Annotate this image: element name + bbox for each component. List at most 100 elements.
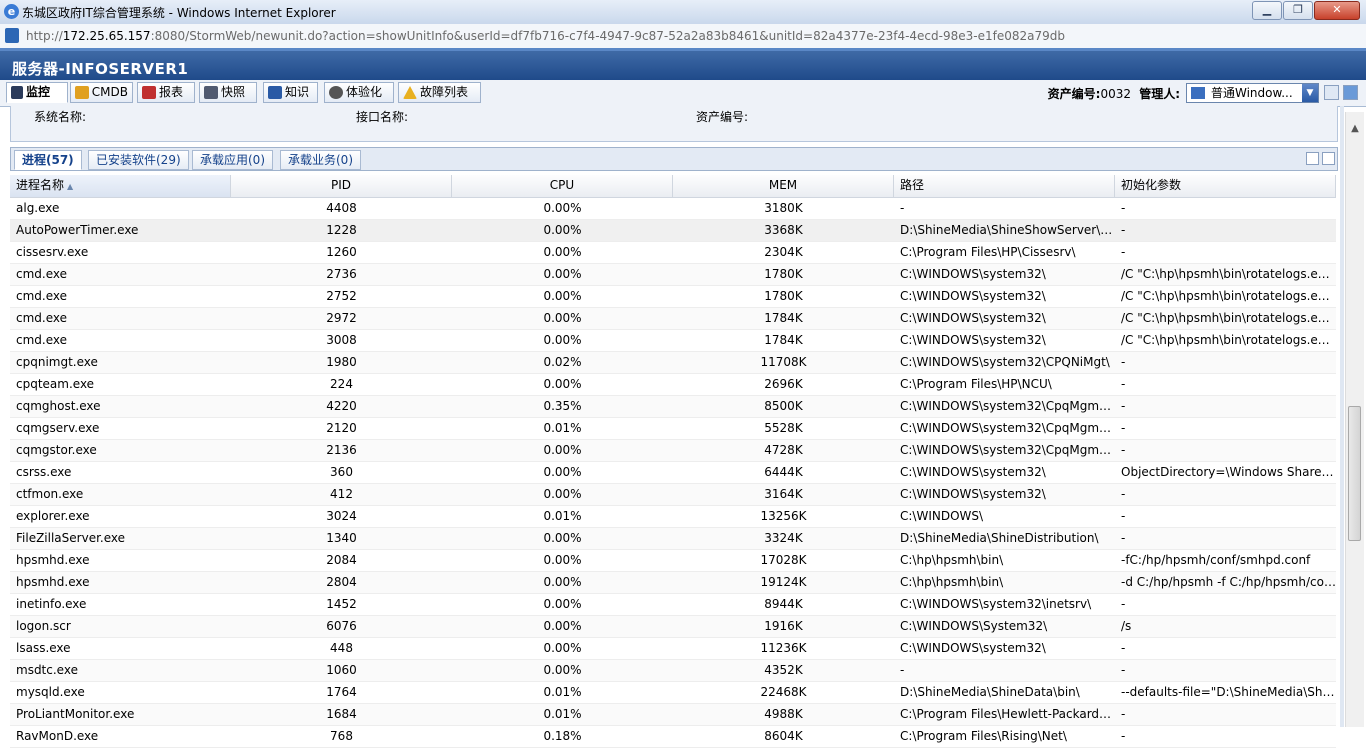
table-row[interactable]: inetinfo.exe 1452 0.00% 8944K C:\WINDOWS\sys… xyxy=(10,594,1336,616)
table-row[interactable]: cmd.exe 2752 0.00% 1780K C:\WINDOWS\system32… xyxy=(10,286,1336,308)
columns-icon[interactable] xyxy=(1306,152,1319,165)
cell-pid: 2136 xyxy=(326,443,357,457)
table-row[interactable]: cmd.exe 3008 0.00% 1784K C:\WINDOWS\system32… xyxy=(10,330,1336,352)
column-header-params[interactable]: 初始化参数 xyxy=(1115,175,1336,197)
cell-cpu: 0.00% xyxy=(543,487,582,501)
tab-label: 快照 xyxy=(221,85,246,99)
scroll-thumb[interactable] xyxy=(1348,406,1361,541)
tab-hosted-apps[interactable]: 承载应用(0) xyxy=(192,150,273,170)
manager-value: 普通Window... xyxy=(1211,86,1293,100)
cell-params: - xyxy=(1121,729,1126,743)
cell-mem: 2304K xyxy=(764,245,803,259)
maximize-button[interactable]: ❐ xyxy=(1283,1,1313,20)
minimize-button[interactable]: ▁ xyxy=(1252,1,1282,20)
table-row[interactable]: ctfmon.exe 412 0.00% 3164K C:\WINDOWS\system… xyxy=(10,484,1336,506)
chevron-down-icon[interactable]: ▼ xyxy=(1302,84,1318,102)
cell-mem: 11236K xyxy=(760,641,807,655)
table-row[interactable]: cqmgstor.exe 2136 0.00% 4728K C:\WINDOWS\sys… xyxy=(10,440,1336,462)
inner-tab-strip: 进程(57) 已安装软件(29) 承载应用(0) 承载业务(0) xyxy=(10,147,1338,171)
cell-mem: 8500K xyxy=(764,399,803,413)
asset-label: 资产编号: xyxy=(1047,87,1101,101)
tab-monitor[interactable]: 监控 xyxy=(6,82,68,103)
column-header-cpu[interactable]: CPU xyxy=(452,175,673,197)
cell-cpu: 0.00% xyxy=(543,377,582,391)
refresh-icon[interactable] xyxy=(1322,152,1335,165)
cell-cpu: 0.00% xyxy=(543,311,582,325)
table-row[interactable]: hpsmhd.exe 2084 0.00% 17028K C:\hp\hpsmh\bin… xyxy=(10,550,1336,572)
cell-mem: 4728K xyxy=(764,443,803,457)
close-button[interactable]: ✕ xyxy=(1314,1,1360,20)
table-row[interactable]: cissesrv.exe 1260 0.00% 2304K C:\Program Fil… xyxy=(10,242,1336,264)
tab-fault-list[interactable]: 故障列表 xyxy=(398,82,481,103)
tab-label: 知识 xyxy=(285,85,310,99)
refresh-icon[interactable] xyxy=(1343,85,1358,100)
table-row[interactable]: cpqteam.exe 224 0.00% 2696K C:\Program Files… xyxy=(10,374,1336,396)
cell-cpu: 0.00% xyxy=(543,289,582,303)
export-icon[interactable] xyxy=(1324,85,1339,100)
app-header: 服务器-INFOSERVER1 xyxy=(0,48,1366,80)
table-row[interactable]: RavMonD.exe 768 0.18% 8604K C:\Program Files… xyxy=(10,726,1336,748)
tab-hosted-business[interactable]: 承载业务(0) xyxy=(280,150,361,170)
tab-processes[interactable]: 进程(57) xyxy=(14,150,82,170)
address-bar[interactable]: http://172.25.65.157:8080/StormWeb/newun… xyxy=(0,24,1366,49)
table-row[interactable]: FileZillaServer.exe 1340 0.00% 3324K D:\Shin… xyxy=(10,528,1336,550)
cell-name: alg.exe xyxy=(16,201,60,215)
grid-body: alg.exe 4408 0.00% 3180K - - AutoPowerTimer.ex… xyxy=(10,198,1336,748)
table-row[interactable]: cmd.exe 2736 0.00% 1780K C:\WINDOWS\system32… xyxy=(10,264,1336,286)
cell-params: - xyxy=(1121,223,1126,237)
asset-no-label: 资产编号: xyxy=(696,110,749,124)
table-row[interactable]: lsass.exe 448 0.00% 11236K C:\WINDOWS\system… xyxy=(10,638,1336,660)
cell-path: C:\WINDOWS\system32\ xyxy=(900,641,1046,655)
table-row[interactable]: ProLiantMonitor.exe 1684 0.01% 4988K C:\Prog… xyxy=(10,704,1336,726)
manager-select[interactable]: 普通Window... ▼ xyxy=(1186,83,1319,103)
table-row[interactable]: mysqld.exe 1764 0.01% 22468K D:\ShineMedia\S… xyxy=(10,682,1336,704)
url-text[interactable]: http://172.25.65.157:8080/StormWeb/newun… xyxy=(26,29,1065,43)
cell-cpu: 0.00% xyxy=(543,597,582,611)
cell-params: - xyxy=(1121,707,1126,721)
cell-mem: 8944K xyxy=(764,597,803,611)
cell-pid: 360 xyxy=(330,465,353,479)
cell-cpu: 0.00% xyxy=(543,663,582,677)
table-row[interactable]: AutoPowerTimer.exe 1228 0.00% 3368K D:\Shine… xyxy=(10,220,1336,242)
tab-installed-software[interactable]: 已安装软件(29) xyxy=(88,150,189,170)
table-row[interactable]: hpsmhd.exe 2804 0.00% 19124K C:\hp\hpsmh\bin… xyxy=(10,572,1336,594)
table-row[interactable]: cqmghost.exe 4220 0.35% 8500K C:\WINDOWS\sys… xyxy=(10,396,1336,418)
cell-mem: 3164K xyxy=(764,487,803,501)
cell-mem: 8604K xyxy=(764,729,803,743)
column-header-name[interactable]: 进程名称 ▲ xyxy=(10,175,231,197)
table-row[interactable]: msdtc.exe 1060 0.00% 4352K - - xyxy=(10,660,1336,682)
tab-snapshot[interactable]: 快照 xyxy=(199,82,257,103)
page-icon xyxy=(5,28,19,43)
table-row[interactable]: cmd.exe 2972 0.00% 1784K C:\WINDOWS\system32… xyxy=(10,308,1336,330)
table-row[interactable]: explorer.exe 3024 0.01% 13256K C:\WINDOWS\ - xyxy=(10,506,1336,528)
cell-pid: 2120 xyxy=(326,421,357,435)
cell-mem: 5528K xyxy=(764,421,803,435)
table-row[interactable]: alg.exe 4408 0.00% 3180K - - xyxy=(10,198,1336,220)
cell-mem: 1780K xyxy=(764,267,803,281)
column-header-pid[interactable]: PID xyxy=(231,175,452,197)
cell-params: /s xyxy=(1121,619,1132,633)
cell-name: hpsmhd.exe xyxy=(16,553,90,567)
vertical-scrollbar[interactable]: ▲ xyxy=(1345,112,1364,727)
column-header-path[interactable]: 路径 xyxy=(894,175,1115,197)
cell-name: inetinfo.exe xyxy=(16,597,87,611)
cell-pid: 1684 xyxy=(326,707,357,721)
cell-mem: 3180K xyxy=(764,201,803,215)
tab-experience[interactable]: 体验化 xyxy=(324,82,394,103)
scroll-up-icon[interactable]: ▲ xyxy=(1346,120,1364,138)
user-icon xyxy=(1191,87,1205,99)
tab-report[interactable]: 报表 xyxy=(137,82,195,103)
tab-label: 故障列表 xyxy=(420,85,469,99)
cell-name: cmd.exe xyxy=(16,311,68,325)
cell-pid: 224 xyxy=(330,377,353,391)
interface-name-label: 接口名称: xyxy=(356,110,409,124)
table-row[interactable]: cpqnimgt.exe 1980 0.02% 11708K C:\WINDOWS\sy… xyxy=(10,352,1336,374)
table-row[interactable]: cqmgserv.exe 2120 0.01% 5528K C:\WINDOWS\sys… xyxy=(10,418,1336,440)
column-header-mem[interactable]: MEM xyxy=(673,175,894,197)
tab-cmdb[interactable]: CMDB xyxy=(70,82,133,103)
table-row[interactable]: logon.scr 6076 0.00% 1916K C:\WINDOWS\System… xyxy=(10,616,1336,638)
table-row[interactable]: csrss.exe 360 0.00% 6444K C:\WINDOWS\system3… xyxy=(10,462,1336,484)
tab-knowledge[interactable]: 知识 xyxy=(263,82,318,103)
cell-mem: 3324K xyxy=(764,531,803,545)
cell-name: ctfmon.exe xyxy=(16,487,84,501)
